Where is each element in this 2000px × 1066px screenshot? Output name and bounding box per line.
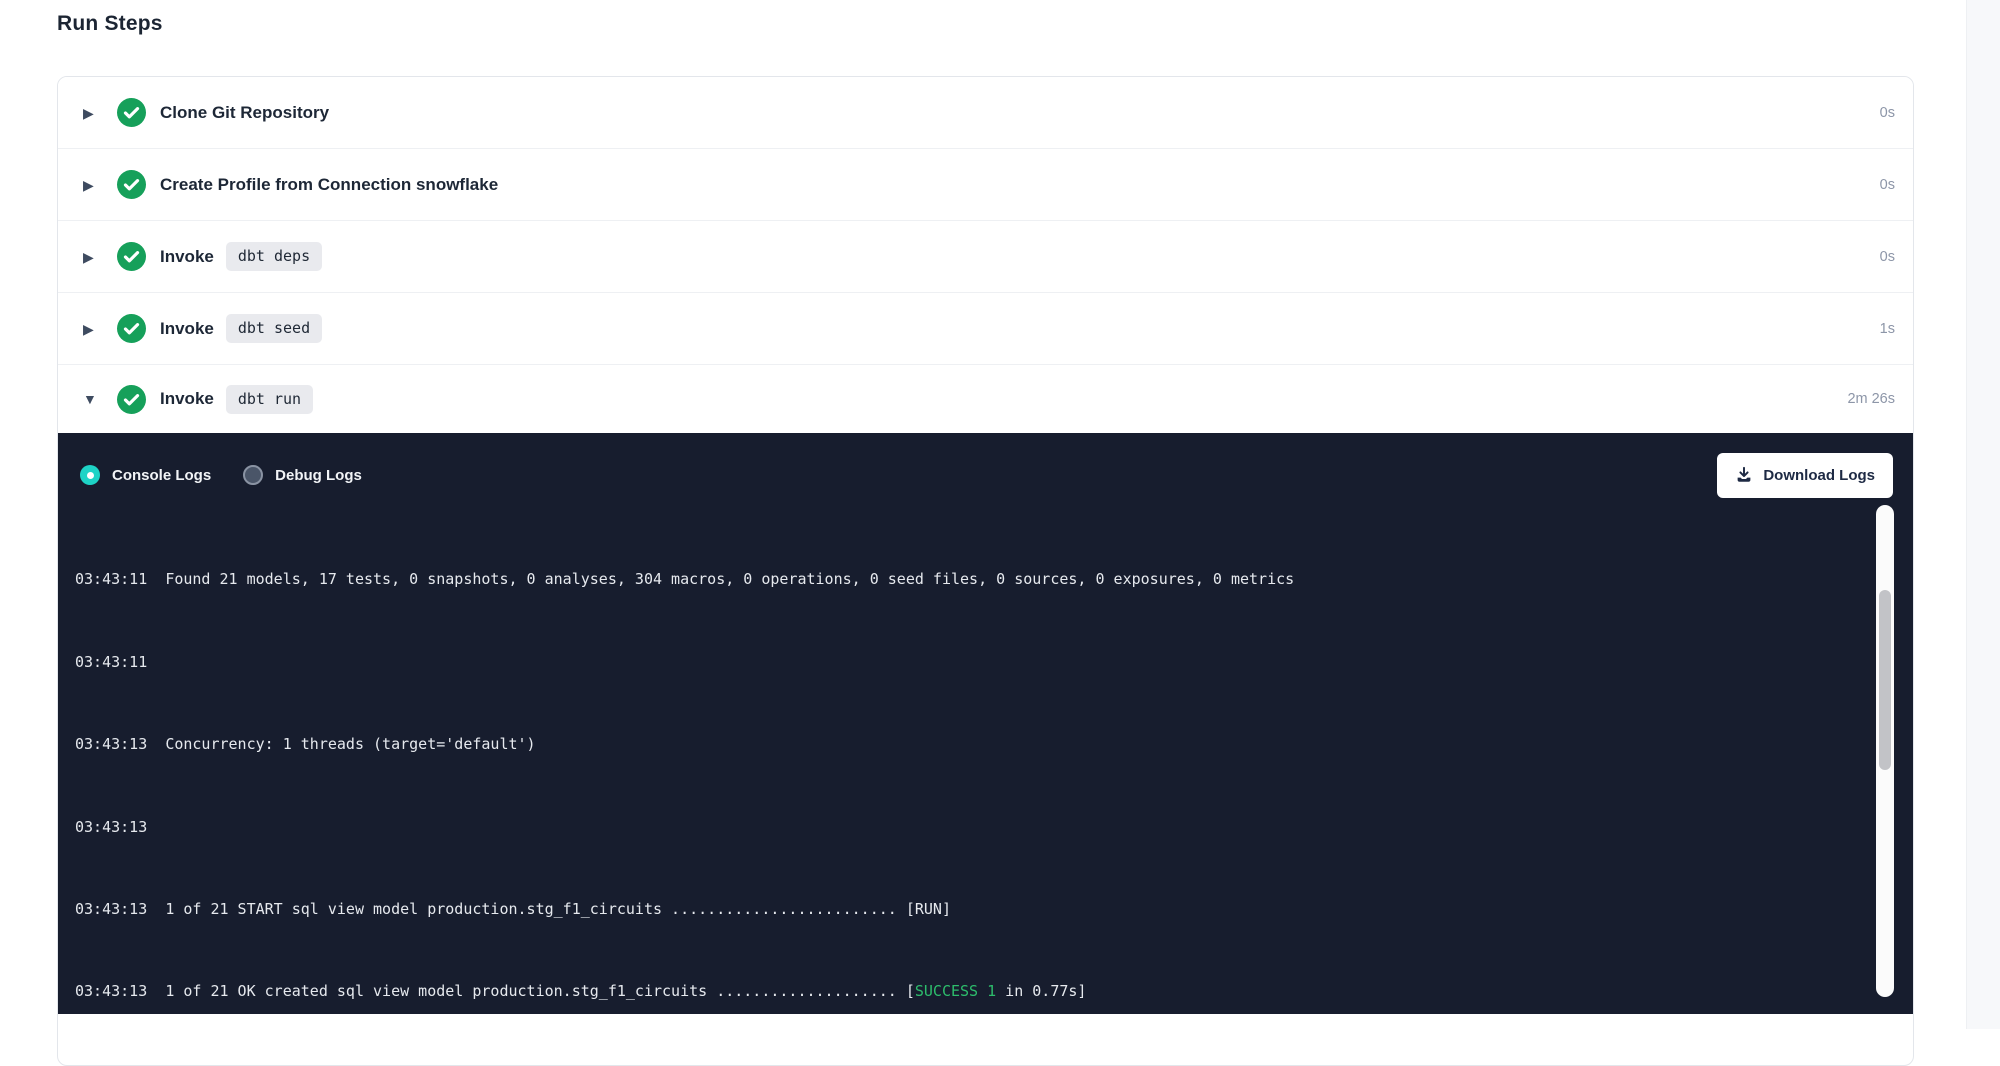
step-duration: 2m 26s — [1847, 391, 1895, 407]
step-label: Create Profile from Connection snowflake — [160, 175, 498, 195]
caret-icon[interactable]: ▶ — [83, 106, 117, 120]
log-line: 03:43:13 1 of 21 OK created sql view mod… — [75, 981, 1869, 1002]
step-duration: 0s — [1880, 105, 1895, 121]
log-line: 03:43:11 Found 21 models, 17 tests, 0 sn… — [75, 569, 1869, 590]
console-log-output[interactable]: 03:43:11 Found 21 models, 17 tests, 0 sn… — [58, 495, 1869, 1002]
download-icon — [1735, 466, 1753, 484]
step-label: Clone Git Repository — [160, 103, 329, 123]
step-command-badge: dbt run — [226, 385, 313, 414]
radio-selected-icon[interactable] — [80, 465, 100, 485]
step-duration: 0s — [1880, 177, 1895, 193]
step-duration: 1s — [1880, 321, 1895, 337]
log-lines: 03:43:11 Found 21 models, 17 tests, 0 sn… — [75, 528, 1869, 1002]
log-scrollbar-thumb[interactable] — [1879, 590, 1891, 770]
caret-icon[interactable]: ▼ — [83, 392, 117, 406]
check-circle-icon — [117, 242, 146, 271]
check-circle-icon — [117, 385, 146, 414]
step-label: Invoke — [160, 389, 214, 409]
log-line: 03:43:11 — [75, 652, 1869, 673]
log-panel: Console Logs Debug Logs Download Logs 03… — [58, 433, 1913, 1014]
radio-unselected-icon[interactable] — [243, 465, 263, 485]
download-logs-button[interactable]: Download Logs — [1717, 453, 1893, 498]
step-duration: 0s — [1880, 249, 1895, 265]
check-circle-icon — [117, 170, 146, 199]
log-line: 03:43:13 Concurrency: 1 threads (target=… — [75, 734, 1869, 755]
run-step-row[interactable]: ▶ Clone Git Repository 0s — [58, 77, 1913, 149]
debug-logs-radio-option[interactable]: Debug Logs — [243, 465, 362, 485]
caret-icon[interactable]: ▶ — [83, 178, 117, 192]
run-steps-card: ▶ Clone Git Repository 0s ▶ Create Profi… — [57, 76, 1914, 1066]
check-circle-icon — [117, 98, 146, 127]
caret-icon[interactable]: ▶ — [83, 250, 117, 264]
log-line: 03:43:13 1 of 21 START sql view model pr… — [75, 899, 1869, 920]
console-logs-label: Console Logs — [112, 467, 211, 484]
debug-logs-label: Debug Logs — [275, 467, 362, 484]
check-circle-icon — [117, 314, 146, 343]
caret-icon[interactable]: ▶ — [83, 322, 117, 336]
run-step-row[interactable]: ▼ Invoke dbt run 2m 26s — [58, 365, 1913, 433]
console-logs-radio-option[interactable]: Console Logs — [80, 465, 211, 485]
page-gutter — [1966, 0, 2000, 1029]
log-line: 03:43:13 — [75, 817, 1869, 838]
download-logs-label: Download Logs — [1763, 467, 1875, 484]
run-step-row[interactable]: ▶ Invoke dbt deps 0s — [58, 221, 1913, 293]
run-step-row[interactable]: ▶ Invoke dbt seed 1s — [58, 293, 1913, 365]
step-command-badge: dbt seed — [226, 314, 322, 343]
step-label: Invoke — [160, 247, 214, 267]
step-label: Invoke — [160, 319, 214, 339]
page-title: Run Steps — [57, 12, 163, 36]
step-command-badge: dbt deps — [226, 242, 322, 271]
steps-list: ▶ Clone Git Repository 0s ▶ Create Profi… — [58, 77, 1913, 433]
log-scrollbar-track[interactable] — [1876, 505, 1894, 997]
run-step-row[interactable]: ▶ Create Profile from Connection snowfla… — [58, 149, 1913, 221]
